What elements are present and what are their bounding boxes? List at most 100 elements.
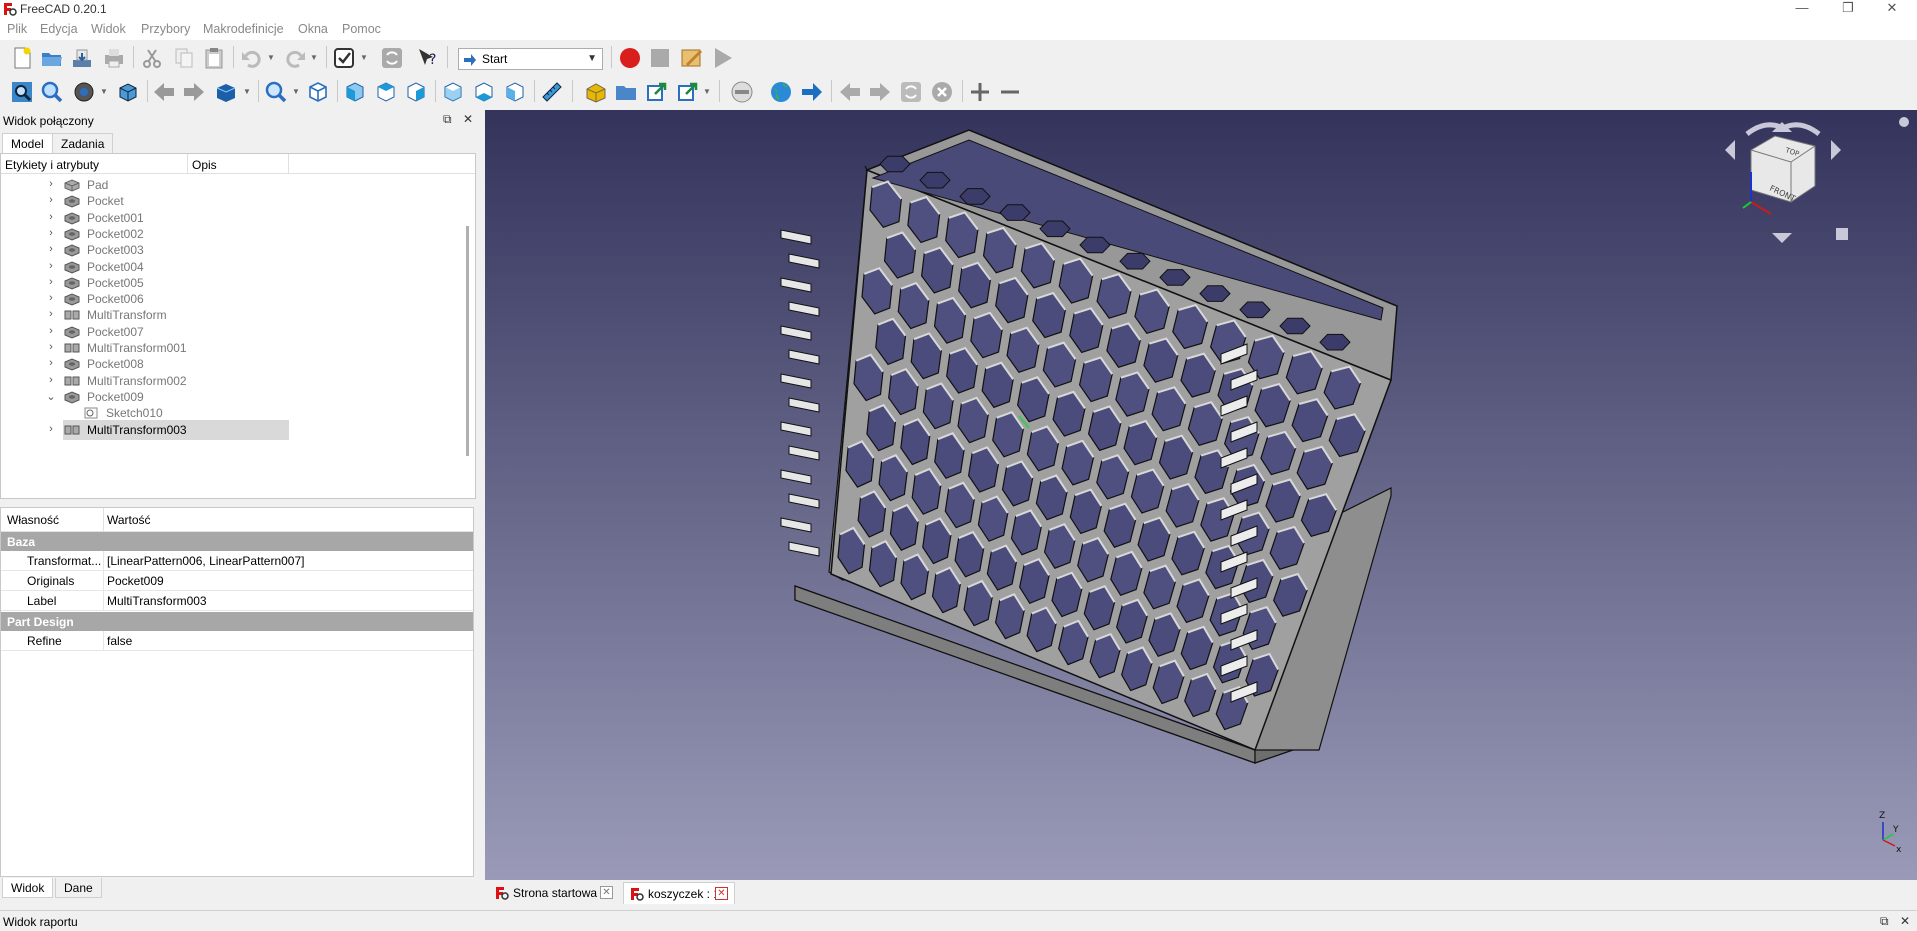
zoom-icon[interactable] (264, 80, 288, 104)
minimize-button[interactable]: — (1780, 0, 1824, 18)
property-row-label[interactable]: Label MultiTransform003 (1, 591, 473, 611)
chevron-right-icon[interactable]: › (45, 374, 57, 386)
link-icon[interactable] (645, 80, 669, 104)
web-forward-icon[interactable] (868, 80, 892, 104)
tab-start-page[interactable]: Strona startowa ✕ (489, 882, 619, 904)
menu-help[interactable]: Pomoc (342, 22, 381, 36)
tab-tasks[interactable]: Zadania (52, 133, 114, 153)
paste-icon[interactable] (202, 46, 226, 70)
close-panel-icon[interactable]: ✕ (463, 112, 473, 126)
dropdown-icon[interactable]: ▼ (100, 87, 108, 96)
chevron-right-icon[interactable]: › (45, 423, 57, 435)
redo-icon[interactable] (283, 46, 307, 70)
chevron-right-icon[interactable]: › (45, 243, 57, 255)
3d-viewport[interactable]: FRONT TOP Z Y x (485, 110, 1917, 880)
fit-selection-icon[interactable] (40, 80, 64, 104)
maximize-button[interactable]: ❐ (1826, 0, 1870, 18)
web-open-icon[interactable] (800, 80, 824, 104)
web-back-icon[interactable] (838, 80, 862, 104)
chevron-right-icon[interactable]: › (45, 276, 57, 288)
workbench-selector[interactable]: Start ▼ (458, 48, 603, 70)
float-panel-icon[interactable]: ⧉ (443, 112, 452, 127)
dropdown-icon[interactable]: ▼ (243, 87, 251, 96)
create-group-icon[interactable] (614, 80, 638, 104)
std-views-icon[interactable] (214, 80, 238, 104)
property-group-base[interactable]: Baza (1, 532, 473, 551)
property-group-part-design[interactable]: Part Design (1, 612, 473, 631)
link-actions-icon[interactable] (676, 80, 700, 104)
menu-file[interactable]: Plik (7, 22, 27, 36)
web-stop-icon[interactable] (930, 80, 954, 104)
fit-all-icon[interactable] (10, 80, 34, 104)
save-icon[interactable] (70, 46, 94, 70)
bounding-box-icon[interactable] (116, 80, 140, 104)
chevron-right-icon[interactable]: › (45, 227, 57, 239)
chevron-right-icon[interactable]: › (45, 260, 57, 272)
view-isometric-icon[interactable] (306, 80, 330, 104)
edit-macro-icon[interactable] (680, 46, 704, 70)
stop-macro-icon[interactable] (648, 46, 672, 70)
menu-windows[interactable]: Okna (298, 22, 328, 36)
dropdown-icon[interactable]: ▼ (703, 87, 711, 96)
dropdown-icon[interactable]: ▼ (292, 87, 300, 96)
tab-document[interactable]: koszyczek : 1 ✕ (623, 882, 735, 904)
web-refresh-icon[interactable] (899, 80, 923, 104)
menu-tools[interactable]: Przybory (141, 22, 190, 36)
view-left-icon[interactable] (503, 80, 527, 104)
close-tab-icon[interactable]: ✕ (600, 886, 613, 899)
chevron-right-icon[interactable]: › (45, 178, 57, 190)
refresh-selection-icon[interactable] (332, 46, 356, 70)
copy-icon[interactable] (172, 46, 196, 70)
nav-menu-icon (1899, 117, 1909, 127)
open-file-icon[interactable] (40, 46, 64, 70)
view-bottom-icon[interactable] (472, 80, 496, 104)
float-panel-icon[interactable]: ⧉ (1880, 914, 1889, 929)
chevron-right-icon[interactable]: › (45, 194, 57, 206)
tab-model[interactable]: Model (2, 133, 53, 153)
menu-macro[interactable]: Makrodefinicje (203, 22, 284, 36)
close-panel-icon[interactable]: ✕ (1900, 914, 1910, 928)
view-rear-icon[interactable] (441, 80, 465, 104)
chevron-right-icon[interactable]: › (45, 308, 57, 320)
new-file-icon[interactable] (10, 46, 34, 70)
tab-view[interactable]: Widok (2, 878, 54, 898)
whats-this-icon[interactable]: ? (416, 46, 440, 70)
draw-style-icon[interactable] (72, 80, 96, 104)
close-button[interactable]: ✕ (1870, 0, 1914, 18)
tree-item[interactable]: › MultiTransform003 (49, 419, 289, 440)
property-row-transformations[interactable]: Transformat... [LinearPattern006, Linear… (1, 551, 473, 571)
close-tab-icon[interactable]: ✕ (715, 887, 728, 900)
cut-icon[interactable] (140, 46, 164, 70)
property-row-refine[interactable]: Refine false (1, 631, 473, 651)
web-globe-icon[interactable] (769, 80, 793, 104)
undo-dropdown-icon[interactable]: ▼ (267, 53, 275, 62)
undo-icon[interactable] (240, 46, 264, 70)
view-top-icon[interactable] (374, 80, 398, 104)
chevron-right-icon[interactable]: › (45, 211, 57, 223)
zoom-in-icon[interactable] (968, 80, 992, 104)
recompute-icon[interactable] (380, 46, 404, 70)
tab-data[interactable]: Dane (55, 878, 102, 898)
execute-macro-icon[interactable] (711, 46, 735, 70)
chevron-right-icon[interactable]: › (45, 325, 57, 337)
create-part-icon[interactable] (584, 80, 608, 104)
redo-dropdown-icon[interactable]: ▼ (310, 53, 318, 62)
menu-view[interactable]: Widok (91, 22, 126, 36)
chevron-right-icon[interactable]: › (45, 292, 57, 304)
arrow-left-icon[interactable] (152, 80, 176, 104)
print-icon[interactable] (102, 46, 126, 70)
measure-icon[interactable] (540, 80, 564, 104)
chevron-right-icon[interactable]: › (45, 341, 57, 353)
record-macro-icon[interactable] (618, 46, 642, 70)
zoom-out-icon[interactable] (998, 80, 1022, 104)
chevron-down-icon[interactable]: ⌄ (45, 390, 57, 403)
arrow-right-icon[interactable] (182, 80, 206, 104)
property-row-originals[interactable]: Originals Pocket009 (1, 571, 473, 591)
chevron-right-icon[interactable]: › (45, 357, 57, 369)
tree-scrollbar[interactable] (463, 176, 473, 498)
menu-edit[interactable]: Edycja (40, 22, 78, 36)
view-right-icon[interactable] (404, 80, 428, 104)
view-front-icon[interactable] (343, 80, 367, 104)
no-web-icon[interactable] (730, 80, 754, 104)
dropdown-icon[interactable]: ▼ (360, 53, 368, 62)
